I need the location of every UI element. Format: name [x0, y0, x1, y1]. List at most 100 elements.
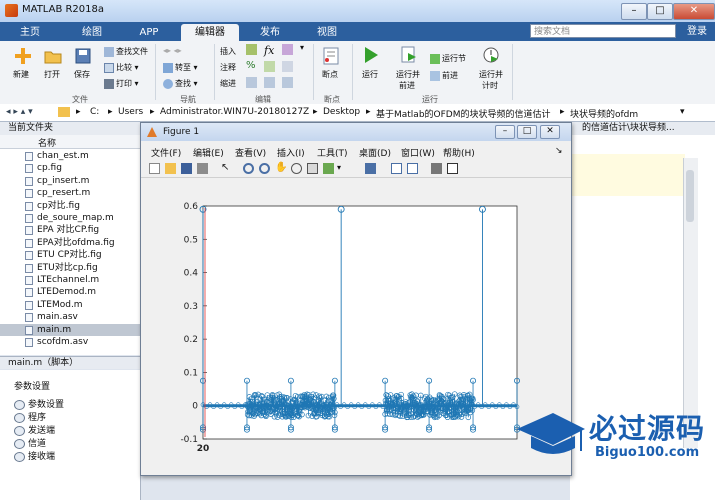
address-part-drive[interactable]: C: — [90, 107, 99, 117]
file-row[interactable]: ETU对比cp.fig — [0, 262, 140, 274]
goto-button[interactable]: 转至 ▾ — [163, 62, 198, 73]
file-row[interactable]: de_soure_map.m — [0, 212, 140, 224]
address-part-users[interactable]: Users — [118, 107, 143, 117]
insert-section-icon[interactable] — [246, 44, 257, 55]
address-part-user[interactable]: Administrator.WIN7U-20180127Z — [160, 107, 309, 117]
open-button[interactable]: 打开 — [44, 69, 60, 80]
close-button[interactable]: ✕ — [673, 3, 715, 20]
menu-window[interactable]: 窗口(W) — [401, 146, 435, 159]
run-advance-label-2[interactable]: 前进 — [399, 80, 415, 91]
dock-arrow-icon[interactable]: ↘ — [555, 146, 563, 156]
menu-file[interactable]: 文件(F) — [151, 146, 181, 159]
decrease-indent-icon[interactable] — [282, 77, 293, 88]
file-row[interactable]: main.m — [0, 323, 140, 336]
open-file-icon[interactable] — [165, 163, 176, 174]
maximize-button[interactable]: □ — [647, 3, 673, 20]
comment-button[interactable]: 注释 — [220, 62, 236, 73]
print-figure-icon[interactable] — [197, 163, 208, 174]
tab-apps[interactable]: APP — [127, 24, 171, 41]
section-item[interactable]: 发送端 — [14, 423, 55, 436]
file-row[interactable]: ETU CP对比.fig — [0, 249, 140, 261]
section-item[interactable]: 参数设置 — [14, 397, 64, 410]
legend-icon[interactable] — [407, 163, 418, 174]
run-and-time-label-1[interactable]: 运行并 — [479, 69, 503, 80]
percent-comment-button[interactable]: % — [246, 60, 256, 71]
menu-tools[interactable]: 工具(T) — [317, 146, 348, 159]
run-advance-label-1[interactable]: 运行并 — [396, 69, 420, 80]
find-files-button[interactable]: 查找文件 — [104, 46, 148, 57]
link-plot-icon[interactable] — [365, 163, 376, 174]
show-plot-tools-icon[interactable] — [447, 163, 458, 174]
menu-view[interactable]: 查看(V) — [235, 146, 266, 159]
fx-button[interactable]: fx — [264, 44, 274, 57]
figure-window[interactable]: Figure 1 – □ ✕ 文件(F) 编辑(E) 查看(V) 插入(I) 工… — [140, 122, 572, 476]
figure-minimize-button[interactable]: – — [495, 125, 515, 139]
compare-button[interactable]: 比较 ▾ — [104, 62, 139, 73]
uncomment-icon[interactable] — [282, 61, 293, 72]
colorbar-icon[interactable] — [391, 163, 402, 174]
zoom-in-icon[interactable] — [243, 163, 254, 174]
tab-editor[interactable]: 编辑器 — [181, 24, 239, 41]
file-row[interactable]: cp_insert.m — [0, 175, 140, 187]
breakpoints-button[interactable]: 断点 — [322, 69, 338, 80]
save-button[interactable]: 保存 — [74, 69, 90, 80]
select-arrow-icon[interactable]: ↖ — [221, 163, 232, 174]
plot-area[interactable]: 0.6 0.5 0.4 0.3 0.2 0.1 0 -0.120 — [141, 179, 571, 475]
insert-dropdown-icon[interactable]: ▾ — [300, 43, 304, 52]
file-row[interactable]: LTEDemod.m — [0, 286, 140, 298]
file-row[interactable]: chan_est.m — [0, 150, 140, 162]
print-button[interactable]: 打印 ▾ — [104, 78, 139, 89]
section-item[interactable]: 信道 — [14, 436, 46, 449]
menu-edit[interactable]: 编辑(E) — [193, 146, 224, 159]
address-part-project[interactable]: 基于Matlab的OFDM的块状导频的信道估计 — [376, 107, 551, 120]
search-input[interactable]: 搜索文档 — [530, 24, 676, 38]
new-button[interactable]: 新建 — [13, 69, 29, 80]
address-part-folder[interactable]: 块状导频的ofdm — [570, 107, 638, 120]
file-row[interactable]: EPA 对比CP.fig — [0, 224, 140, 236]
insert-function-icon[interactable] — [282, 44, 293, 55]
wrap-comment-icon[interactable] — [264, 61, 275, 72]
brush-dropdown-icon[interactable]: ▾ — [337, 163, 348, 174]
figure-close-button[interactable]: ✕ — [540, 125, 560, 139]
new-figure-icon[interactable] — [149, 163, 160, 174]
smart-indent-icon[interactable] — [246, 77, 257, 88]
find-button[interactable]: 查找 ▾ — [163, 78, 198, 89]
section-item[interactable]: 程序 — [14, 410, 46, 423]
save-figure-icon[interactable] — [181, 163, 192, 174]
rotate-3d-icon[interactable] — [291, 163, 302, 174]
zoom-out-icon[interactable] — [259, 163, 270, 174]
address-bar[interactable]: ◂ ▸ ▴ ▾ ▸ C: ▸ Users ▸ Administrator.WIN… — [0, 104, 715, 122]
insert-button[interactable]: 插入 — [220, 46, 236, 57]
section-item[interactable]: 接收端 — [14, 449, 55, 462]
file-row[interactable]: LTEMod.m — [0, 299, 140, 311]
run-button[interactable]: 运行 — [362, 69, 378, 80]
login-button[interactable]: 登录 — [683, 24, 711, 39]
tab-plots[interactable]: 绘图 — [70, 24, 114, 41]
increase-indent-icon[interactable] — [264, 77, 275, 88]
file-row[interactable]: cp.fig — [0, 162, 140, 174]
indent-button[interactable]: 缩进 — [220, 78, 236, 89]
file-row[interactable]: LTEchannel.m — [0, 274, 140, 286]
menu-desktop[interactable]: 桌面(D) — [359, 146, 391, 159]
nav-back-forward[interactable]: ◂▸ ◂▸ — [163, 46, 182, 55]
tab-publish[interactable]: 发布 — [248, 24, 292, 41]
file-row[interactable]: cp_resert.m — [0, 187, 140, 199]
tab-home[interactable]: 主页 — [8, 24, 52, 41]
figure-maximize-button[interactable]: □ — [517, 125, 537, 139]
hide-plot-tools-icon[interactable] — [431, 163, 442, 174]
file-row[interactable]: cp对比.fig — [0, 200, 140, 212]
name-column-header[interactable]: 名称 — [0, 135, 140, 149]
file-list[interactable]: 名称 chan_est.m cp.fig cp_insert.m cp_resert.… — [0, 135, 141, 355]
file-row[interactable]: EPA对比ofdma.fig — [0, 237, 140, 249]
chevron-down-icon[interactable]: ▾ — [680, 107, 685, 117]
menu-insert[interactable]: 插入(I) — [277, 146, 305, 159]
address-part-desktop[interactable]: Desktop — [323, 107, 360, 117]
run-and-time-label-2[interactable]: 计时 — [482, 80, 498, 91]
scrollbar-thumb[interactable] — [686, 170, 694, 222]
minimize-button[interactable]: – — [621, 3, 647, 20]
nav-arrows-icon[interactable]: ◂ ▸ ▴ ▾ — [6, 107, 33, 117]
file-row[interactable]: scofdm.asv — [0, 336, 140, 348]
brush-icon[interactable] — [323, 163, 334, 174]
advance-button[interactable]: 前进 — [430, 70, 458, 81]
run-section-button[interactable]: 运行节 — [430, 53, 466, 64]
